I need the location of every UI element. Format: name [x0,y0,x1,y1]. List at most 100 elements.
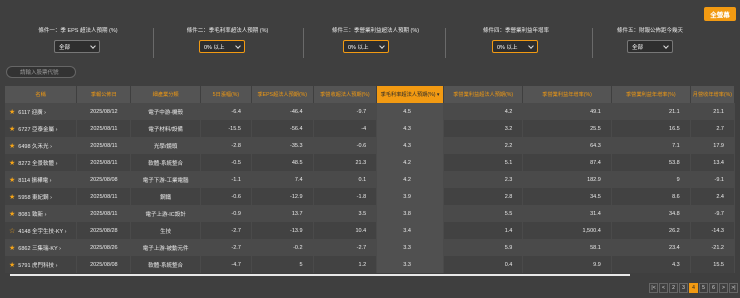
stock-name[interactable]: 8272 全景軟體 [18,161,54,167]
table-row[interactable]: ★ 6117 迎廣 › 2025/08/12 電子中游-機殼 -6.4 -46.4 -9.7… [5,103,736,120]
star-icon[interactable]: ☆ [9,228,15,235]
column-header[interactable]: 季營業利益年增率(%) [611,86,691,103]
star-icon[interactable]: ★ [9,126,15,133]
star-icon[interactable]: ★ [9,245,15,252]
table-row[interactable]: ☆ 4148 全宇生技-KY › 2025/08/28 生技 -2.7 -13.9 10.4… [5,222,736,239]
column-header[interactable]: 季營業利益年增率(%) [522,86,612,103]
column-header[interactable]: 季營業利益超法人預期(%) [443,86,524,103]
table-row[interactable]: ★ 6862 三集瑞-KY › 2025/08/26 電子上游-被動元件 -2.7 -0.… [5,239,736,256]
table-cell: -56.4 [251,120,314,137]
table-cell: 87.4 [522,154,612,171]
table-row[interactable]: ★ 5958 東紀鋼 › 2025/08/11 鋼鐵 -0.6 -12.9 -1.8 3.9 2… [5,188,736,205]
column-header[interactable]: 5日漲幅(%) [200,86,252,103]
stock-name[interactable]: 6862 三集瑞-KY [18,246,57,252]
fullscreen-button[interactable]: 全螢幕 [704,7,736,21]
stock-name-cell[interactable]: ★ 6862 三集瑞-KY › [5,239,78,256]
table-cell: -1.1 [200,171,252,188]
page-button[interactable]: >| [729,283,738,293]
table-cell: 2.4 [690,188,736,205]
page-button[interactable]: < [659,283,668,293]
star-icon[interactable]: ★ [9,160,15,167]
star-icon[interactable]: ★ [9,194,15,201]
table-cell: -9.7 [690,205,736,222]
column-header[interactable]: 季營收超法人預期(%) [313,86,378,103]
filter-eps-label: 條件一：季 EPS 超法人預期 (%) [38,28,118,34]
table-cell: 1.2 [313,256,378,273]
pagination: |< <2 3 4 5 6 > >| [649,283,738,293]
page-button[interactable]: |< [649,283,658,293]
star-icon[interactable]: ★ [9,109,15,116]
stock-name[interactable]: 5791 虎門科技 [18,263,54,269]
filter-op-income: 條件三：季營業利益超法人預期 (%) 0% 以上 [318,26,433,66]
stock-name-cell[interactable]: ★ 8081 致新 › [5,205,78,222]
filter-op-yoy-select[interactable]: 0% 以上 [492,40,538,53]
search-input[interactable]: 請輸入股票代號 [6,66,76,78]
stock-name[interactable]: 8114 振樺電 [18,178,48,184]
filter-days-select[interactable]: 全部 [627,40,673,53]
page-button[interactable]: 2 [669,283,678,293]
filter-eps-value: 全部 [59,44,71,51]
star-icon[interactable]: ★ [9,143,15,150]
filter-op-income-select[interactable]: 0% 以上 [343,40,389,53]
chevron-right-icon: › [63,228,67,235]
table-cell: 2025/08/11 [76,137,132,154]
column-header[interactable]: 季報公佈日 [76,86,132,103]
table-cell: 軟體-系統整合 [130,154,201,171]
column-header[interactable]: 細產業分類 [130,86,201,103]
stock-name-cell[interactable]: ★ 5791 虎門科技 › [5,256,78,273]
star-icon[interactable]: ★ [9,262,15,269]
stock-name-cell[interactable]: ☆ 4148 全宇生技-KY › [5,222,78,239]
divider [303,28,304,58]
column-header[interactable]: 季毛利率超法人預期(%) ▾ [376,86,445,103]
stock-name-cell[interactable]: ★ 6117 迎廣 › [5,103,78,120]
table-cell: 電子材料/設備 [130,120,201,137]
column-header[interactable]: 季EPS超法人預期(%) [251,86,314,103]
stock-name[interactable]: 4148 全宇生技-KY [18,229,63,235]
table-cell: -0.5 [200,154,252,171]
page-button[interactable]: 5 [699,283,708,293]
stock-name[interactable]: 5958 東紀鋼 [18,195,48,201]
table-cell: 23.4 [611,239,691,256]
page-button[interactable]: 3 [679,283,688,293]
chevron-right-icon: › [43,211,47,218]
stock-name-cell[interactable]: ★ 5958 東紀鋼 › [5,188,78,205]
column-header[interactable]: 名稱 [5,86,78,103]
stock-name[interactable]: 6498 久禾光 [18,144,48,150]
stock-name-cell[interactable]: ★ 8114 振樺電 › [5,171,78,188]
filter-gross-margin-select[interactable]: 0% 以上 [199,40,245,53]
stock-name[interactable]: 6727 亞泰金屬 [18,127,54,133]
table-row[interactable]: ★ 5791 虎門科技 › 2025/08/08 軟體-系統整合 -4.7 5 1.2 3.3… [5,256,736,273]
table-row[interactable]: ★ 8081 致新 › 2025/08/11 電子上游-IC設計 -0.9 13.7 3.5… [5,205,736,222]
table-header-row: 名稱 季報公佈日 細產業分類 5日漲幅(%) 季EPS超法人預期(%) 季營收超法人預期(… [5,86,736,103]
table-row[interactable]: ★ 8114 振樺電 › 2025/08/08 電子下游-工業電腦 -1.1 7.4 0.1… [5,171,736,188]
filter-bar: 條件一：季 EPS 超法人預期 (%) 全部 條件二：季毛利率超法人預期 (%)… [0,26,740,66]
table-row[interactable]: ★ 8272 全景軟體 › 2025/08/11 軟體-系統整合 -0.5 48.5 21.… [5,154,736,171]
table-cell: 16.5 [611,120,691,137]
page-button[interactable]: 4 [689,283,698,293]
stock-name[interactable]: 6117 迎廣 [18,110,42,116]
chevron-down-icon [379,43,385,49]
stock-name[interactable]: 8081 致新 [18,212,43,218]
horizontal-scrollbar[interactable] [10,274,630,276]
page-button[interactable]: > [719,283,728,293]
table-cell: 4.3 [376,120,445,137]
table-row[interactable]: ★ 6727 亞泰金屬 › 2025/08/11 電子材料/設備 -15.5 -56.4-… [5,120,736,137]
stock-name-cell[interactable]: ★ 8272 全景軟體 › [5,154,78,171]
table-cell: -0.2 [251,239,314,256]
table-row[interactable]: ★ 6498 久禾光 › 2025/08/11 光學/鏡頭 -2.8 -35.3 -0.6 4… [5,137,736,154]
table-cell: -4.7 [200,256,252,273]
star-icon[interactable]: ★ [9,211,15,218]
page-button[interactable]: 6 [709,283,718,293]
table-cell: 5.1 [443,154,524,171]
table-cell: 25.5 [522,120,612,137]
stock-name-cell[interactable]: ★ 6727 亞泰金屬 › [5,120,78,137]
filter-eps-select[interactable]: 全部 [54,40,100,53]
chevron-right-icon: › [54,262,58,269]
filter-op-income-label: 條件三：季營業利益超法人預期 (%) [331,28,420,34]
star-icon[interactable]: ★ [9,177,15,184]
table-cell: 34.8 [611,205,691,222]
table-cell: 2.7 [690,120,736,137]
stock-name-cell[interactable]: ★ 6498 久禾光 › [5,137,78,154]
table-cell: -2.7 [200,222,252,239]
column-header[interactable]: 月營收年增率(%) [690,86,736,103]
